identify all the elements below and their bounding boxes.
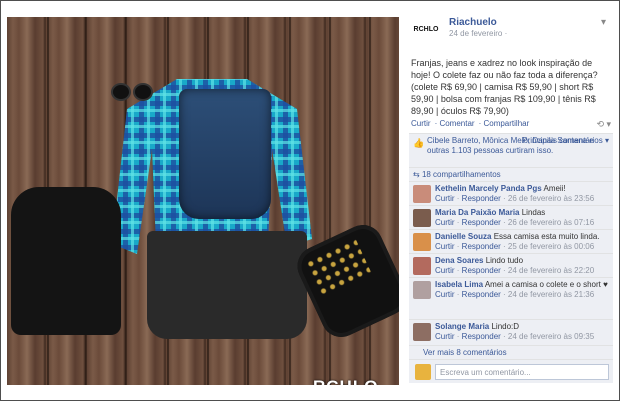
studs [304,237,372,298]
comment-meta: Curtir · Responder · 24 de fevereiro às … [435,266,595,275]
comment-text: Ameii! [543,184,566,193]
options-icon[interactable]: ▾ [601,17,606,28]
page-avatar-logo[interactable]: RCHLO [411,25,441,47]
comment-text: Amei a camisa o colete e o short ♥ [484,280,608,289]
comment-item: Kethelin Marcely Panda Pgs Ameii! Curtir… [409,181,613,205]
comment-item: Dena Soares Lindo tudo Curtir · Responde… [409,253,613,277]
comment-like-link[interactable]: Curtir [435,194,455,203]
comment-text: Lindas [521,208,546,217]
comment-author[interactable]: Kethelin Marcely Panda Pgs [435,184,542,193]
avatar[interactable] [413,233,431,251]
avatar[interactable] [413,257,431,275]
sunglasses [111,83,157,107]
post-sidebar: RCHLO Riachuelo 24 de fevereiro · ▾ Fran… [407,15,613,387]
avatar[interactable] [413,209,431,227]
comment-item: Danielle Souza Essa camisa esta muito li… [409,229,613,253]
denim-vest [179,89,271,219]
comment-like-link[interactable]: Curtir [435,290,455,299]
wood-plank-seam [369,17,371,385]
comment-date[interactable]: 25 de fevereiro às 00:06 [508,242,594,251]
actions-menu-icon[interactable]: ⟲ ▾ [596,119,611,130]
avatar[interactable] [413,323,431,341]
likes-summary: 👍 Principais comentários ▾ Cibele Barret… [409,133,613,167]
comment-reply-link[interactable]: Responder [462,290,501,299]
shares-count[interactable]: ⇆ 18 compartilhamentos [409,167,613,181]
comment-text: Lindo:D [491,322,520,331]
comment-like-link[interactable]: Curtir [435,218,455,227]
comment-like-link[interactable]: Curtir [435,266,455,275]
post-photo[interactable]: RCHLO [7,17,399,385]
current-user-avatar [415,364,431,380]
shares-text[interactable]: 18 compartilhamentos [422,170,501,179]
thumbs-up-icon: 👍 [413,138,425,148]
black-shorts [147,231,307,339]
comment-meta: Curtir · Responder · 26 de fevereiro às … [435,218,595,227]
comment-like-link[interactable]: Curtir [435,242,455,251]
avatar[interactable] [413,185,431,203]
share-button[interactable]: Compartilhar [483,119,529,128]
fringe-backpack [11,187,121,335]
post-viewer: RCHLO RCHLO Riachuelo 24 de fevereiro · … [0,0,620,401]
comment-text: Essa camisa esta muito linda. [493,232,600,241]
comment-author[interactable]: Maria Da Paixão Maria [435,208,519,217]
comment-author[interactable]: Isabela Lima [435,280,483,289]
comment-meta: Curtir · Responder · 25 de fevereiro às … [435,242,595,251]
comment-reply-link[interactable]: Responder [462,242,501,251]
comment-date[interactable]: 26 de fevereiro às 07:16 [508,218,594,227]
share-icon: ⇆ [413,170,420,179]
like-button[interactable]: Curtir [411,119,431,128]
comment-author[interactable]: Dena Soares [435,256,483,265]
comment-date[interactable]: 24 de fevereiro às 22:20 [508,266,594,275]
comment-reply-link[interactable]: Responder [462,332,501,341]
comment-reply-link[interactable]: Responder [462,218,501,227]
comment-meta: Curtir · Responder · 26 de fevereiro às … [435,194,595,203]
comment-item: Maria Da Paixão Maria Lindas Curtir · Re… [409,205,613,229]
comment-date[interactable]: 24 de fevereiro às 09:35 [508,332,594,341]
top-comments-filter[interactable]: Principais comentários ▾ [522,136,609,146]
post-date[interactable]: 24 de fevereiro · [449,29,507,38]
comment-meta: Curtir · Responder · 24 de fevereiro às … [435,290,595,299]
comment-author[interactable]: Danielle Souza [435,232,491,241]
comment-author[interactable]: Solange Maria [435,322,489,331]
page-name-link[interactable]: Riachuelo [449,17,497,28]
comment-input[interactable]: Escreva um comentário... [435,364,609,380]
comment-like-link[interactable]: Curtir [435,332,455,341]
write-comment-bar: Escreva um comentário... [409,359,613,383]
post-actions: Curtir · Comentar · Compartilhar [411,119,530,128]
comment-date[interactable]: 26 de fevereiro às 23:56 [508,194,594,203]
comment-text: Lindo tudo [485,256,524,265]
comment-button[interactable]: Comentar [439,119,474,128]
comment-item: Solange Maria Lindo:D Curtir · Responder… [409,319,613,345]
rchlo-watermark-logo: RCHLO [313,377,378,385]
view-more-comments-link[interactable]: Ver mais 8 comentários [409,345,613,359]
comment-item: Isabela Lima Amei a camisa o colete e o … [409,277,613,319]
comment-date[interactable]: 24 de fevereiro às 21:36 [508,290,594,299]
post-caption: Franjas, jeans e xadrez no look inspiraç… [411,58,598,116]
avatar[interactable] [413,281,431,299]
comment-reply-link[interactable]: Responder [462,194,501,203]
comment-meta: Curtir · Responder · 24 de fevereiro às … [435,332,595,341]
comment-reply-link[interactable]: Responder [462,266,501,275]
